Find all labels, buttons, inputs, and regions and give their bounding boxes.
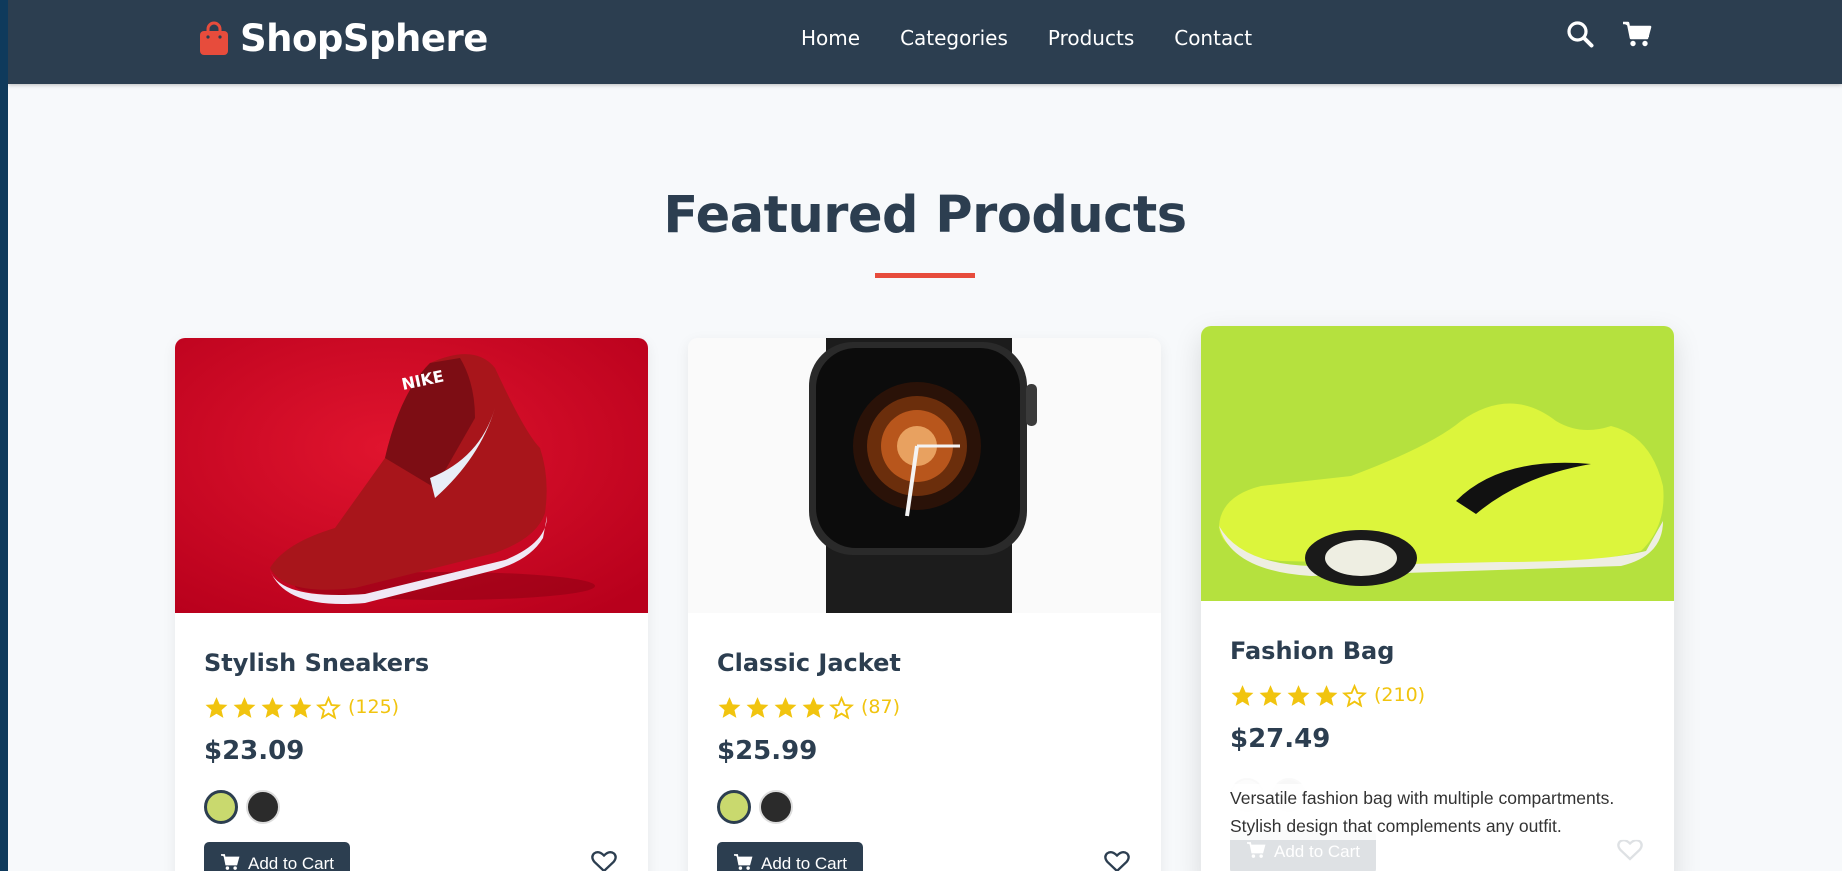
nav-actions bbox=[1566, 20, 1652, 52]
product-title[interactable]: Fashion Bag bbox=[1230, 637, 1645, 667]
star-filled-icon bbox=[288, 695, 313, 720]
product-price: $25.99 bbox=[717, 736, 818, 766]
rating-count: (125) bbox=[348, 696, 400, 718]
brand-name: ShopSphere bbox=[240, 16, 488, 60]
heart-icon[interactable] bbox=[591, 850, 617, 871]
cart-icon[interactable] bbox=[1622, 20, 1652, 52]
star-filled-icon bbox=[1230, 683, 1255, 708]
star-outline-icon bbox=[316, 695, 341, 720]
card-actions: Add to Cart bbox=[204, 842, 619, 871]
rating-count: (87) bbox=[861, 696, 901, 718]
rating-count: (210) bbox=[1374, 684, 1426, 706]
add-to-cart-label: Add to Cart bbox=[1274, 842, 1360, 861]
page-viewport: ShopSphere Home Categories Products Cont… bbox=[8, 0, 1842, 871]
section-title: Featured Products bbox=[663, 186, 1187, 245]
add-to-cart-button[interactable]: Add to Cart bbox=[204, 842, 350, 871]
title-underline bbox=[875, 273, 975, 278]
shopping-bag-icon bbox=[198, 20, 230, 56]
cart-icon bbox=[733, 853, 753, 871]
product-image-watch[interactable] bbox=[688, 338, 1161, 613]
star-filled-icon bbox=[204, 695, 229, 720]
color-swatch-black[interactable] bbox=[759, 790, 793, 824]
product-rating: (210) bbox=[1230, 681, 1645, 709]
product-rating: (125) bbox=[204, 693, 619, 721]
product-price: $23.09 bbox=[204, 736, 305, 766]
star-filled-icon bbox=[717, 695, 742, 720]
search-icon[interactable] bbox=[1566, 20, 1594, 52]
star-filled-icon bbox=[773, 695, 798, 720]
cart-icon bbox=[220, 853, 240, 871]
star-filled-icon bbox=[1286, 683, 1311, 708]
heart-icon[interactable] bbox=[1617, 838, 1643, 866]
product-card[interactable]: Classic Jacket (87) $25.99 Add to Cart bbox=[688, 338, 1161, 871]
nav-link-products[interactable]: Products bbox=[1048, 26, 1134, 50]
product-title[interactable]: Classic Jacket bbox=[717, 649, 1132, 679]
color-swatch-lime[interactable] bbox=[717, 790, 751, 824]
star-filled-icon bbox=[745, 695, 770, 720]
product-card[interactable]: NIKE Stylish Sneakers (125) $23.09 Add t… bbox=[175, 338, 648, 871]
top-navbar: ShopSphere Home Categories Products Cont… bbox=[8, 0, 1842, 84]
add-to-cart-button[interactable]: Add to Cart bbox=[717, 842, 863, 871]
star-filled-icon bbox=[801, 695, 826, 720]
product-description: Versatile fashion bag with multiple comp… bbox=[1230, 784, 1650, 840]
star-filled-icon bbox=[232, 695, 257, 720]
star-filled-icon bbox=[1314, 683, 1339, 708]
color-swatch-lime[interactable] bbox=[204, 790, 238, 824]
product-image-sneakers[interactable]: NIKE bbox=[175, 338, 648, 613]
nav-link-contact[interactable]: Contact bbox=[1174, 26, 1252, 50]
color-swatches bbox=[204, 790, 619, 824]
add-to-cart-label: Add to Cart bbox=[761, 854, 847, 871]
product-title[interactable]: Stylish Sneakers bbox=[204, 649, 619, 679]
nav-link-home[interactable]: Home bbox=[801, 26, 860, 50]
cart-icon bbox=[1246, 841, 1266, 864]
brand-logo[interactable]: ShopSphere bbox=[198, 14, 488, 62]
color-swatch-black[interactable] bbox=[246, 790, 280, 824]
star-filled-icon bbox=[1258, 683, 1283, 708]
main-nav: Home Categories Products Contact bbox=[801, 26, 1292, 50]
product-card[interactable]: Fashion Bag (210) $27.49 Add to Cart Ver… bbox=[1201, 326, 1674, 871]
product-rating: (87) bbox=[717, 693, 1132, 721]
add-to-cart-label: Add to Cart bbox=[248, 854, 334, 871]
color-swatches bbox=[717, 790, 1132, 824]
heart-icon[interactable] bbox=[1104, 850, 1130, 871]
product-price: $27.49 bbox=[1230, 724, 1331, 754]
product-image-bag[interactable] bbox=[1201, 326, 1674, 601]
card-actions: Add to Cart bbox=[717, 842, 1132, 871]
nav-link-categories[interactable]: Categories bbox=[900, 26, 1008, 50]
star-outline-icon bbox=[829, 695, 854, 720]
star-outline-icon bbox=[1342, 683, 1367, 708]
star-filled-icon bbox=[260, 695, 285, 720]
